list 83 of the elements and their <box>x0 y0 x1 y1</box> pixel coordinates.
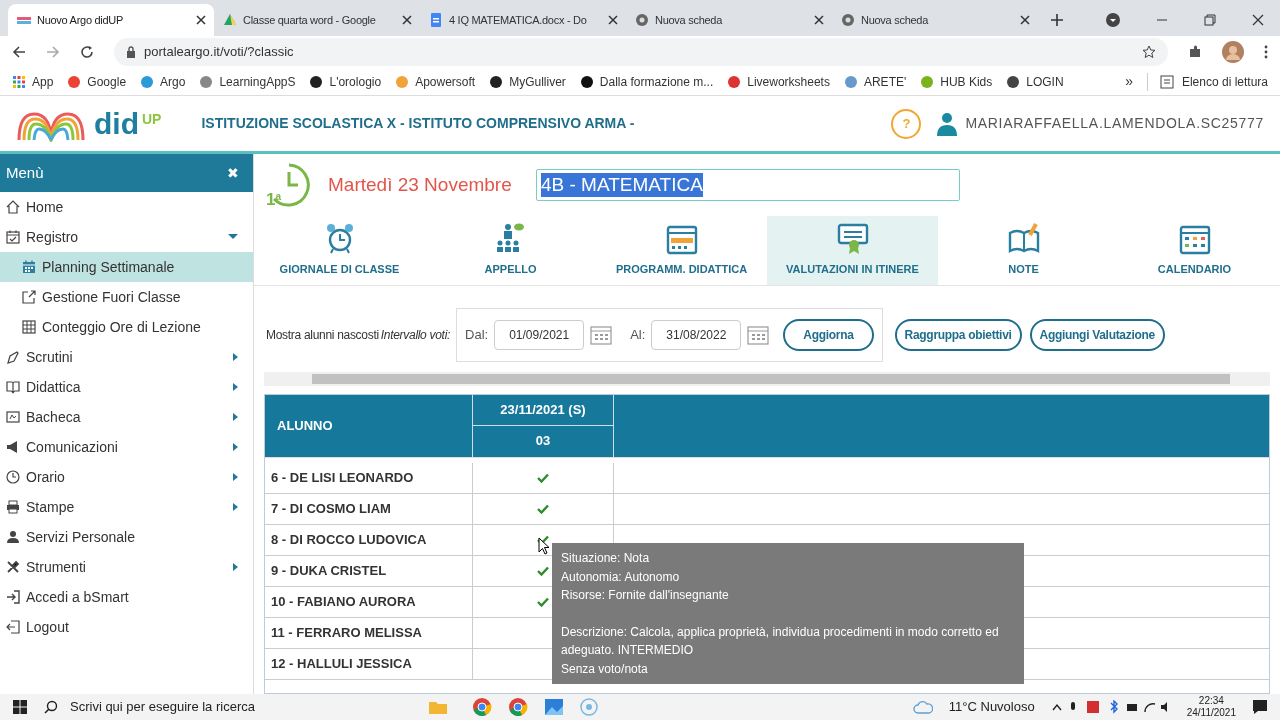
action-button[interactable]: Aggiungi Valutazione <box>1029 319 1165 351</box>
logo-superscript: UP <box>142 109 162 129</box>
close-sidebar-button[interactable]: ✖ <box>227 162 239 184</box>
sidebar-item[interactable]: Home <box>0 192 253 222</box>
student-name-cell: 6 - DE LISI LEONARDO <box>265 463 473 493</box>
sidebar-item[interactable]: Conteggio Ore di Lezione <box>0 312 253 342</box>
sidebar-item[interactable]: Stampe <box>0 492 253 522</box>
more-bookmarks-chevron[interactable]: » <box>1125 71 1133 92</box>
sidebar-item[interactable]: Didattica <box>0 372 253 402</box>
action-button[interactable]: Aggiorna <box>783 319 874 351</box>
lesson-hour: 1$^{a}$ <box>266 191 282 208</box>
clock-time: 22:34 <box>1198 695 1224 707</box>
sidebar-item[interactable]: Servizi Personale <box>0 522 253 552</box>
nav-tab[interactable]: NOTE <box>938 216 1109 285</box>
sidebar-item[interactable]: Accedi a bSmart <box>0 582 253 612</box>
student-name-cell: 12 - HALLULI JESSICA <box>265 649 473 679</box>
tooltip-line: Senza voto/nota <box>561 660 649 678</box>
nav-tab[interactable]: CALENDARIO <box>1109 216 1280 285</box>
address-bar[interactable]: portaleargo.it/voti/?classic <box>114 38 1168 66</box>
grade-range-label: Intervallo voti: <box>380 327 451 344</box>
sidebar-title: Menù <box>6 162 44 183</box>
clock-date: 24/11/2021 <box>1186 707 1236 719</box>
student-name-cell: 10 - FABIANO AURORA <box>265 587 473 617</box>
action-button[interactable]: Raggruppa obiettivi <box>894 319 1022 351</box>
student-name-cell: 7 - DI COSMO LIAM <box>265 494 473 524</box>
to-date-field[interactable]: 31/08/2022 <box>651 320 742 350</box>
browser-tab[interactable]: Nuovo Argo didUP <box>8 4 214 36</box>
nav-tab[interactable]: GIORNALE DI CLASSE <box>254 216 425 285</box>
sidebar-item[interactable]: Orario <box>0 462 253 492</box>
tooltip-line: Risorse: Fornite dall'insegnante <box>561 587 730 604</box>
nav-tab[interactable]: APPELLO <box>425 216 596 285</box>
logo-text: did <box>94 108 139 139</box>
bookmark[interactable]: Argo <box>140 72 186 91</box>
bookmark[interactable]: Dalla formazione m... <box>579 72 714 91</box>
tab-title: Nuova scheda <box>655 12 724 28</box>
bookmark[interactable]: HUB Kids <box>920 72 993 91</box>
sidebar-item[interactable]: Comunicazioni <box>0 432 253 462</box>
browser-tab[interactable]: Nuova scheda <box>832 4 1038 36</box>
sidebar-item[interactable]: Registro <box>0 222 253 252</box>
sidebar-item[interactable]: Scrutini <box>0 342 253 372</box>
school-name: ISTITUZIONE SCOLASTICA X - ISTITUTO COMPRENSIVO ARMA - <box>201 114 635 133</box>
weather-text: 11°C Nuvoloso <box>948 698 1035 717</box>
sidebar-item[interactable]: Planning Settimanale <box>0 252 253 282</box>
bookmark[interactable]: Apowersoft <box>395 72 476 91</box>
bookmark[interactable]: MyGulliver <box>489 72 566 91</box>
sidebar-item[interactable]: Gestione Fuori Classe <box>0 282 253 312</box>
bookmark[interactable]: App <box>12 72 54 91</box>
tab-title: Nuovo Argo didUP <box>37 12 125 28</box>
browser-tab[interactable]: Nuova scheda <box>626 4 832 36</box>
from-label: Dal: <box>465 326 489 345</box>
column-header: 23/11/2021 (S) <box>473 395 613 426</box>
tab-title: Classe quarta word - Google <box>243 12 377 28</box>
lesson-date: Martedì 23 Novembre <box>328 172 513 197</box>
taskbar-search-field[interactable]: Scrivi qui per eseguire la ricerca <box>44 697 364 717</box>
bookmark[interactable]: LearningAppS <box>199 72 296 91</box>
sidebar-item[interactable]: Bacheca <box>0 402 253 432</box>
browser-tab[interactable]: 4 IQ MATEMATICA.docx - Do <box>420 4 626 36</box>
student-name-cell: 11 - FERRARO MELISSA <box>265 618 473 648</box>
nav-tab[interactable]: VALUTAZIONI IN ITINERE <box>767 216 938 285</box>
column-header: 03 <box>534 432 552 451</box>
student-name-cell: 9 - DUKA CRISTEL <box>265 556 473 586</box>
bookmark[interactable]: Google <box>67 72 127 91</box>
browser-tab[interactable]: Classe quarta word - Google <box>214 4 420 36</box>
bookmark[interactable]: Liveworksheets <box>727 72 830 91</box>
show-hidden-students-label[interactable]: Mostra alunni nascosti <box>266 326 379 344</box>
tooltip-description: Descrizione: Calcola, applica proprietà, individua procedimenti in modo corretto ed adeguato. INTERMEDIO <box>561 623 1000 659</box>
tooltip-line: Situazione: Nota <box>561 550 651 567</box>
sidebar-item[interactable]: Logout <box>0 612 253 642</box>
tooltip-line: Autonomia: Autonomo <box>561 568 681 586</box>
to-label: Al: <box>630 326 646 345</box>
sidebar-item[interactable]: Strumenti <box>0 552 253 582</box>
student-name-cell: 8 - DI ROCCO LUDOVICA <box>265 525 473 555</box>
bookmark[interactable]: ARETE' <box>843 72 907 91</box>
tab-title: 4 IQ MATEMATICA.docx - Do <box>449 12 588 28</box>
column-header: ALUNNO <box>265 395 473 457</box>
user-name[interactable]: MARIARAFFAELLA.LAMENDOLA.SC25777 <box>965 113 1264 134</box>
bookmark[interactable]: L'orologio <box>309 72 382 91</box>
subject-field[interactable]: 4B - MATEMATICA <box>536 169 960 201</box>
nav-tab[interactable]: PROGRAMM. DIDATTICA <box>596 216 767 285</box>
tab-title: Nuova scheda <box>861 12 930 28</box>
bookmark[interactable]: LOGIN <box>1006 72 1064 91</box>
reading-list[interactable]: Elenco di lettura <box>1146 72 1268 91</box>
from-date-field[interactable]: 01/09/2021 <box>494 320 585 350</box>
